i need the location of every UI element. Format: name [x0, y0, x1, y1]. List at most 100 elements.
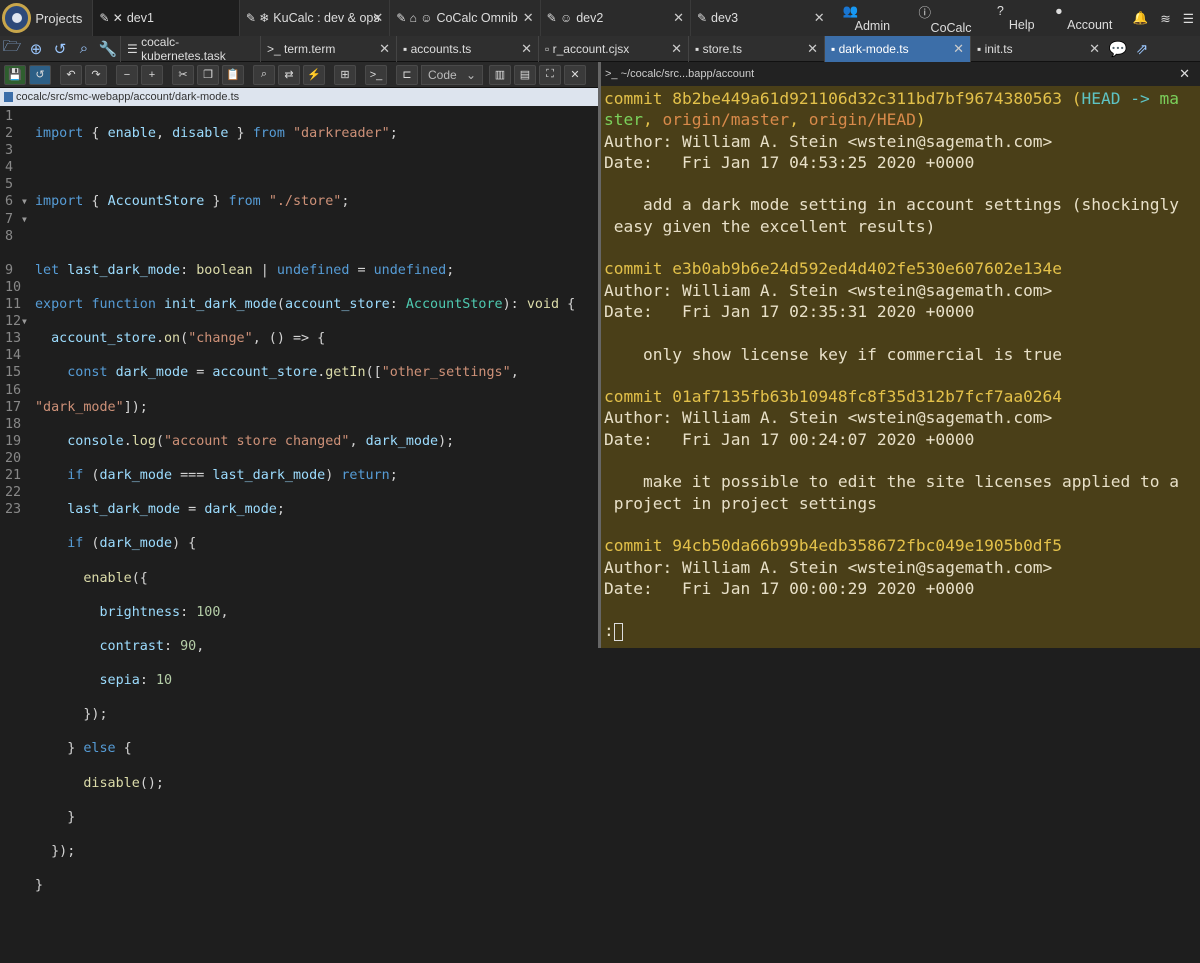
project-tab-dev2[interactable]: ✎ ☺ dev2 ✕ [539, 0, 690, 36]
save-button[interactable]: 💾 [4, 64, 26, 85]
search-icon[interactable]: ⌕ [72, 40, 96, 57]
ts-file-icon: ▪ [831, 41, 839, 56]
edit-icon: ✎ ☺ [546, 11, 573, 25]
close-icon[interactable]: ✕ [671, 41, 682, 57]
format-button[interactable]: ⚡ [303, 64, 325, 85]
project-tab-omnibus[interactable]: ✎ ⌂ ☺ CoCalc Omnib ✕ [389, 0, 539, 36]
split-horizontal-button[interactable]: ▤ [514, 64, 536, 85]
code-line: console.log("account store changed", dar… [67, 433, 455, 449]
terminal[interactable]: commit 8b2be449a61d921106d32c311bd7bf967… [601, 86, 1200, 648]
close-icon[interactable]: ✕ [372, 10, 383, 26]
undo-button[interactable]: ↶ [60, 64, 82, 85]
file-tab-r-account[interactable]: ▫ r_account.cjsx ✕ [538, 35, 688, 62]
line-number: 2 [5, 126, 14, 142]
project-tab-kucalc[interactable]: ✎ ❄ KuCalc : dev & ops ✕ [238, 0, 389, 36]
find-button[interactable]: ⌕ [253, 64, 275, 85]
terminal-button[interactable]: >_ [365, 64, 387, 85]
code-line: if (dark_mode) { [67, 536, 197, 552]
line-number: 22 [5, 485, 22, 501]
close-icon[interactable]: ✕ [953, 41, 964, 57]
close-icon[interactable]: ✕ [1179, 66, 1190, 82]
ts-file-icon: ▪ [977, 41, 985, 56]
file-tab-cocalc-kubernetes[interactable]: ☰ cocalc-kubernetes.task [120, 35, 260, 63]
help-link[interactable]: ? Help [997, 4, 1043, 32]
fold-icon[interactable]: ▼ [22, 193, 27, 210]
line-number: 4 [5, 160, 14, 176]
wrench-icon[interactable]: 🔧 [96, 40, 120, 58]
close-icon[interactable]: ✕ [523, 10, 534, 26]
line-number: 8 [5, 228, 14, 244]
copy-button[interactable]: ❐ [197, 64, 219, 85]
task-icon: ☰ [127, 41, 142, 56]
project-tab-dev1[interactable]: ✎ ✕ dev1 [92, 0, 239, 36]
close-icon[interactable]: ✕ [379, 41, 390, 57]
file-tab-store[interactable]: ▪ store.ts ✕ [688, 35, 824, 62]
line-number: 5 [5, 177, 14, 193]
line-number: 21 [5, 467, 22, 483]
edit-icon: ✎ ✕ [99, 11, 123, 25]
history-icon[interactable]: ↺ [48, 40, 72, 58]
terminal-prompt[interactable]: : [604, 620, 1200, 641]
line-number: 23 [5, 502, 22, 518]
cut-button[interactable]: ✂ [172, 64, 194, 85]
chat-icon[interactable]: 💬 [1106, 40, 1130, 58]
fold-icon[interactable]: ▼ [22, 313, 27, 330]
close-icon[interactable]: ✕ [807, 41, 818, 57]
replace-button[interactable]: ⇄ [278, 64, 300, 85]
close-icon[interactable]: ✕ [814, 10, 825, 26]
terminal-line: commit e3b0ab9b6e24d592ed4d402fe530e6076… [604, 259, 1063, 279]
terminal-line: add a dark mode setting in account setti… [604, 195, 1179, 215]
fold-icon[interactable]: ▼ [22, 211, 27, 228]
zoom-in-button[interactable]: + [141, 64, 163, 85]
share-icon[interactable]: ⇗ [1130, 40, 1154, 58]
file-tab-init[interactable]: ▪ init.ts ✕ [970, 35, 1106, 62]
line-number: 18 [5, 416, 22, 432]
bell-icon[interactable]: 🔔 [1133, 11, 1149, 26]
terminal-line: ster, origin/master, origin/HEAD) [604, 110, 926, 130]
terminal-line: Date: Fri Jan 17 02:35:31 2020 +0000 [604, 301, 975, 321]
file-tab-accounts[interactable]: ▪ accounts.ts ✕ [396, 35, 538, 62]
paste-button[interactable]: 📋 [222, 64, 244, 85]
mode-select[interactable]: Code ⌄ [421, 64, 483, 85]
tree-button[interactable]: ⊞ [334, 64, 356, 85]
redo-button[interactable]: ↷ [85, 64, 107, 85]
close-icon[interactable]: ✕ [521, 41, 532, 57]
line-number: 15 [5, 365, 22, 381]
project-tab-dev3[interactable]: ✎ dev3 ✕ [689, 0, 831, 36]
fullscreen-button[interactable]: ⛶ [539, 64, 561, 85]
close-icon[interactable]: ✕ [673, 10, 684, 26]
code-line: import { AccountStore } from "./store"; [35, 194, 350, 210]
projects-link[interactable]: Projects [35, 11, 82, 26]
split-button[interactable]: ⊏ [396, 64, 418, 85]
code-line: account_store.on("change", () => { [51, 331, 326, 347]
split-vertical-button[interactable]: ▥ [489, 64, 511, 85]
file-tab-term[interactable]: >_ term.term ✕ [260, 35, 396, 62]
zoom-out-button[interactable]: − [116, 64, 138, 85]
terminal-line: make it possible to edit the site licens… [604, 472, 1179, 492]
code-editor[interactable]: 1 2 3 4 5 6 ▼ 7 ▼ 8 9 10 11 12 ▼ 13 14 15 16 17 18 19 20 21 22 23… [0, 106, 598, 893]
wifi-icon[interactable]: ≋ [1160, 11, 1170, 26]
hamburger-icon[interactable]: ☰ [1183, 11, 1194, 26]
admin-link[interactable]: 👥 Admin [843, 4, 907, 33]
timetravel-button[interactable]: ↺ [29, 64, 51, 85]
file-tab-dark-mode[interactable]: ▪ dark-mode.ts ✕ [824, 35, 970, 62]
account-link[interactable]: ● Account [1055, 4, 1121, 32]
folder-icon[interactable]: 🗁 [0, 36, 24, 61]
cocalc-link[interactable]: ⓘ CoCalc [919, 2, 985, 35]
line-number: 20 [5, 450, 22, 466]
code-line: } [35, 809, 76, 825]
code-line: }); [35, 844, 76, 860]
cocalc-logo[interactable] [2, 3, 32, 33]
chevron-down-icon: ⌄ [465, 67, 476, 82]
close-icon[interactable]: ✕ [1089, 41, 1100, 57]
close-frame-button[interactable]: ✕ [564, 64, 586, 85]
new-file-icon[interactable]: ⊕ [24, 40, 48, 58]
edit-icon: ✎ ⌂ ☺ [396, 11, 433, 25]
code-line: disable(); [83, 775, 164, 791]
code-content[interactable]: import { enable, disable } from "darkrea… [35, 108, 595, 963]
